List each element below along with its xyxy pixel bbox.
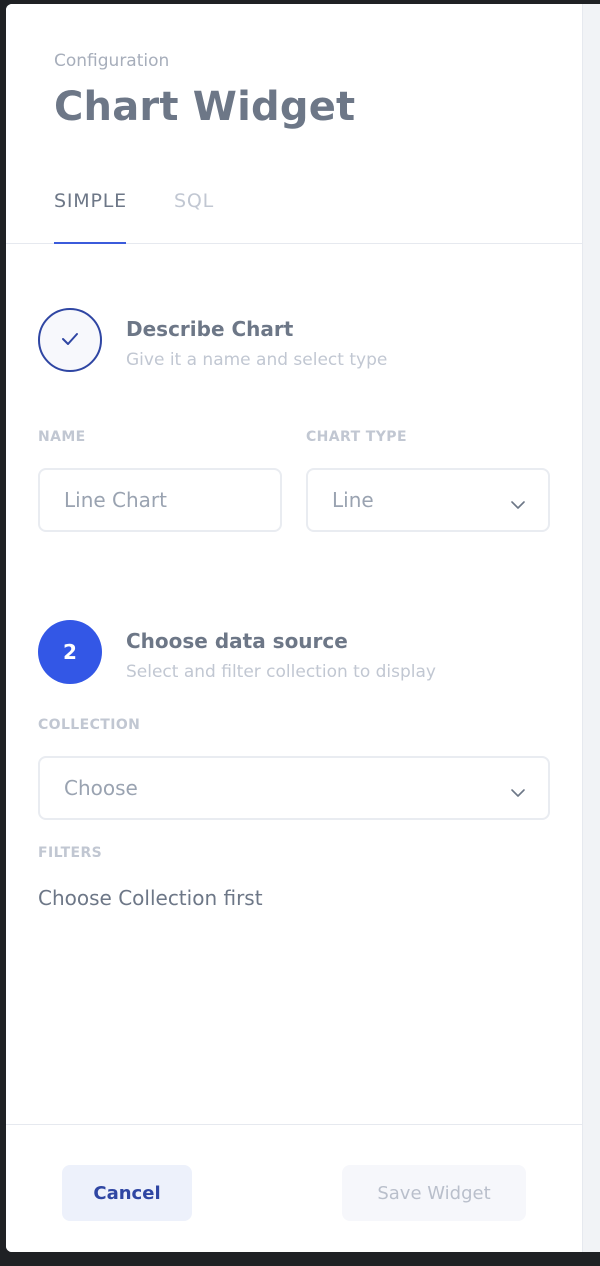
chart-type-select[interactable]: Line	[306, 468, 550, 532]
tab-simple[interactable]: SIMPLE	[54, 190, 127, 212]
step-subtitle: Select and filter collection to display	[126, 662, 436, 682]
collection-value: Choose	[64, 776, 138, 800]
step-number-badge: 2	[38, 620, 102, 684]
active-tab-indicator	[54, 242, 126, 244]
background-panel	[582, 4, 600, 1252]
name-input[interactable]	[38, 468, 282, 532]
footer: Cancel Save Widget	[6, 1124, 582, 1252]
collection-label: COLLECTION	[38, 717, 141, 733]
filters-label: FILTERS	[38, 845, 103, 861]
chevron-down-icon	[510, 494, 526, 510]
step-title: Describe Chart	[126, 317, 294, 341]
step-choose-data-source: 2 Choose data source Select and filter c…	[38, 620, 558, 686]
chart-type-value: Line	[332, 488, 374, 512]
collection-select[interactable]: Choose	[38, 756, 550, 820]
page-title: Chart Widget	[54, 84, 356, 130]
check-icon	[61, 331, 79, 350]
step-describe-chart: Describe Chart Give it a name and select…	[38, 308, 558, 374]
step-title: Choose data source	[126, 629, 348, 653]
breadcrumb: Configuration	[54, 51, 170, 71]
config-panel: Configuration Chart Widget SIMPLE SQL De…	[6, 4, 582, 1252]
save-widget-button[interactable]: Save Widget	[342, 1165, 526, 1221]
app-window: Configuration Chart Widget SIMPLE SQL De…	[6, 4, 600, 1252]
tab-bar: SIMPLE SQL	[6, 174, 582, 244]
step-subtitle: Give it a name and select type	[126, 350, 388, 370]
chevron-down-icon	[510, 782, 526, 798]
step-completed-indicator	[38, 308, 102, 372]
filters-empty-message: Choose Collection first	[38, 886, 263, 910]
tab-sql[interactable]: SQL	[174, 190, 214, 212]
cancel-button[interactable]: Cancel	[62, 1165, 192, 1221]
name-label: NAME	[38, 429, 86, 445]
chart-type-label: CHART TYPE	[306, 429, 407, 445]
